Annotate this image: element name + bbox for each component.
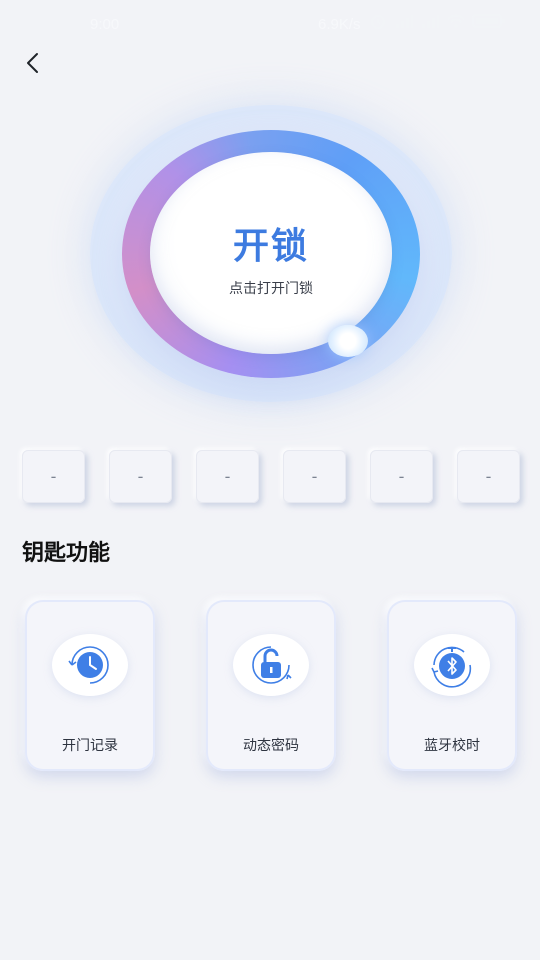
card-icon-bg xyxy=(52,634,128,696)
unlock-refresh-icon xyxy=(252,646,292,684)
unlock-title: 开锁 xyxy=(232,226,309,267)
open-records-card[interactable]: 开门记录 xyxy=(25,600,155,771)
card-label: 蓝牙校时 xyxy=(424,738,480,754)
code-box: - xyxy=(196,450,259,503)
unlock-subtitle: 点击打开门锁 xyxy=(229,281,313,297)
unlock-dial: 开锁 点击打开门锁 xyxy=(90,105,452,402)
dial-knob xyxy=(328,325,368,357)
dynamic-password-card[interactable]: 动态密码 xyxy=(206,600,336,771)
clock-history-icon xyxy=(68,646,109,684)
card-label: 开门记录 xyxy=(62,738,118,754)
alarm-icon xyxy=(371,15,385,29)
bluetooth-timer-icon xyxy=(431,646,472,688)
card-label: 动态密码 xyxy=(243,738,299,754)
network-speed: 6.9K/s xyxy=(318,16,361,33)
code-box: - xyxy=(457,450,520,503)
status-time: 9:00 xyxy=(90,16,120,33)
code-box: - xyxy=(283,450,346,503)
battery-icon xyxy=(472,14,505,28)
card-icon-bg xyxy=(414,634,490,696)
code-box: - xyxy=(370,450,433,503)
wifi-icon xyxy=(447,14,465,28)
code-box: - xyxy=(22,450,85,503)
code-box: - xyxy=(109,450,172,503)
card-icon-bg xyxy=(233,634,309,696)
status-bar: 9:00 6.9K/s xyxy=(0,0,540,50)
status-icons xyxy=(368,12,506,30)
section-title: 钥匙功能 xyxy=(22,541,111,566)
back-button[interactable] xyxy=(16,46,50,80)
chevron-left-icon xyxy=(27,53,38,73)
bluetooth-time-sync-card[interactable]: 蓝牙校时 xyxy=(387,600,517,771)
signal-icon xyxy=(396,15,413,28)
signal-icon xyxy=(422,15,439,28)
code-row: - - - - - - xyxy=(22,450,520,504)
